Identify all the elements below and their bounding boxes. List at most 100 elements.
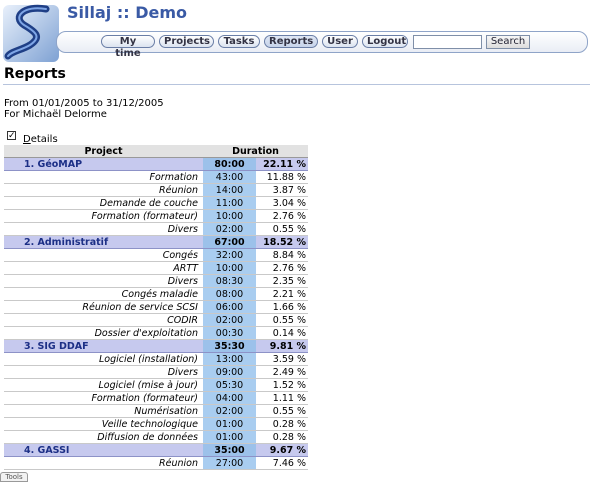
task-row: Formation (formateur) 10:00 2.76 % xyxy=(4,209,308,223)
task-name-cell: Formation (formateur) xyxy=(4,391,203,405)
task-duration-cell: 14:00 xyxy=(203,183,256,197)
project-percent-cell: 9.67 % xyxy=(256,443,308,457)
nav-logout-button[interactable]: Logout xyxy=(362,35,408,48)
task-percent-cell: 0.14 % xyxy=(256,326,308,340)
task-percent-cell: 3.87 % xyxy=(256,183,308,197)
task-duration-cell: 13:00 xyxy=(203,352,256,366)
task-duration-cell: 02:00 xyxy=(203,313,256,327)
nav-projects-button[interactable]: Projects xyxy=(159,35,214,48)
search-input[interactable] xyxy=(413,35,482,49)
project-name-cell: 2. Administratif xyxy=(4,235,203,249)
nav-tasks-button[interactable]: Tasks xyxy=(218,35,260,48)
project-duration-cell: 35:00 xyxy=(203,443,256,457)
task-duration-cell: 02:00 xyxy=(203,404,256,418)
task-name-cell: Veille technologique xyxy=(4,417,203,431)
project-row: 4. GASSI 35:00 9.67 % xyxy=(4,443,308,457)
task-duration-cell: 08:30 xyxy=(203,274,256,288)
column-header-project[interactable]: Project xyxy=(4,145,203,158)
task-percent-cell: 2.76 % xyxy=(256,209,308,223)
task-row: Logiciel (installation) 13:00 3.59 % xyxy=(4,352,308,366)
task-percent-cell: 2.35 % xyxy=(256,274,308,288)
task-name-cell: Divers xyxy=(4,222,203,236)
report-table: Project Duration 1. GéoMAP 80:00 22.11 % Fo… xyxy=(4,145,308,470)
column-header-duration[interactable]: Duration xyxy=(203,145,308,158)
task-percent-cell: 3.04 % xyxy=(256,196,308,210)
task-row: ARTT 10:00 2.76 % xyxy=(4,261,308,275)
task-name-cell: CODIR xyxy=(4,313,203,327)
project-percent-cell: 9.81 % xyxy=(256,339,308,353)
task-percent-cell: 8.84 % xyxy=(256,248,308,262)
task-name-cell: Logiciel (installation) xyxy=(4,352,203,366)
task-row: Réunion de service SCSI 06:00 1.66 % xyxy=(4,300,308,314)
project-percent-cell: 22.11 % xyxy=(256,157,308,171)
project-row: 2. Administratif 67:00 18.52 % xyxy=(4,235,308,249)
task-duration-cell: 09:00 xyxy=(203,365,256,379)
task-row: Congés 32:00 8.84 % xyxy=(4,248,308,262)
report-user: For Michaël Delorme xyxy=(4,109,107,120)
task-duration-cell: 43:00 xyxy=(203,170,256,184)
project-percent-cell: 18.52 % xyxy=(256,235,308,249)
task-row: Divers 09:00 2.49 % xyxy=(4,365,308,379)
details-label: Details xyxy=(23,134,58,145)
task-percent-cell: 0.28 % xyxy=(256,417,308,431)
task-name-cell: Dossier d'exploitation xyxy=(4,326,203,340)
project-duration-cell: 35:30 xyxy=(203,339,256,353)
task-name-cell: Réunion de service SCSI xyxy=(4,300,203,314)
task-row: Demande de couche 11:00 3.04 % xyxy=(4,196,308,210)
task-row: Divers 08:30 2.35 % xyxy=(4,274,308,288)
project-duration-cell: 80:00 xyxy=(203,157,256,171)
task-percent-cell: 0.55 % xyxy=(256,313,308,327)
task-name-cell: ARTT xyxy=(4,261,203,275)
task-duration-cell: 01:00 xyxy=(203,417,256,431)
task-row: Logiciel (mise à jour) 05:30 1.52 % xyxy=(4,378,308,392)
task-duration-cell: 10:00 xyxy=(203,209,256,223)
project-duration-cell: 67:00 xyxy=(203,235,256,249)
project-row: 1. GéoMAP 80:00 22.11 % xyxy=(4,157,308,171)
sillaj-logo-icon xyxy=(3,4,59,62)
task-row: Dossier d'exploitation 00:30 0.14 % xyxy=(4,326,308,340)
task-name-cell: Formation xyxy=(4,170,203,184)
task-name-cell: Divers xyxy=(4,274,203,288)
task-percent-cell: 2.76 % xyxy=(256,261,308,275)
task-duration-cell: 10:00 xyxy=(203,261,256,275)
task-row: Numérisation 02:00 0.55 % xyxy=(4,404,308,418)
task-row: Veille technologique 01:00 0.28 % xyxy=(4,417,308,431)
task-percent-cell: 7.46 % xyxy=(256,456,308,470)
task-percent-cell: 1.11 % xyxy=(256,391,308,405)
task-name-cell: Divers xyxy=(4,365,203,379)
search-button[interactable]: Search xyxy=(486,35,530,49)
task-name-cell: Réunion xyxy=(4,183,203,197)
task-row: Réunion 27:00 7.46 % xyxy=(4,456,308,470)
task-percent-cell: 1.52 % xyxy=(256,378,308,392)
task-name-cell: Diffusion de données xyxy=(4,430,203,444)
report-period: From 01/01/2005 to 31/12/2005 xyxy=(4,98,164,109)
task-name-cell: Congés xyxy=(4,248,203,262)
task-duration-cell: 04:00 xyxy=(203,391,256,405)
task-row: Formation 43:00 11.88 % xyxy=(4,170,308,184)
nav-user-button[interactable]: User xyxy=(322,35,358,48)
task-row: Réunion 14:00 3.87 % xyxy=(4,183,308,197)
task-name-cell: Formation (formateur) xyxy=(4,209,203,223)
task-percent-cell: 2.21 % xyxy=(256,287,308,301)
task-name-cell: Numérisation xyxy=(4,404,203,418)
project-name-cell: 1. GéoMAP xyxy=(4,157,203,171)
task-duration-cell: 02:00 xyxy=(203,222,256,236)
nav-my-time-button[interactable]: My time xyxy=(101,35,155,59)
task-percent-cell: 0.28 % xyxy=(256,430,308,444)
task-percent-cell: 11.88 % xyxy=(256,170,308,184)
nav-reports-button[interactable]: Reports xyxy=(264,35,318,48)
task-duration-cell: 01:00 xyxy=(203,430,256,444)
bottom-tab[interactable]: Tools xyxy=(0,472,28,482)
task-duration-cell: 00:30 xyxy=(203,326,256,340)
project-name-cell: 3. SIG DDAF xyxy=(4,339,203,353)
details-checkbox[interactable]: ✓ xyxy=(7,131,16,141)
project-name-cell: 4. GASSI xyxy=(4,443,203,457)
task-row: Divers 02:00 0.55 % xyxy=(4,222,308,236)
title-divider xyxy=(3,84,590,85)
task-percent-cell: 3.59 % xyxy=(256,352,308,366)
report-body: 1. GéoMAP 80:00 22.11 % Formation 43:00 11.88… xyxy=(4,157,308,470)
task-percent-cell: 1.66 % xyxy=(256,300,308,314)
task-name-cell: Congés maladie xyxy=(4,287,203,301)
task-percent-cell: 0.55 % xyxy=(256,222,308,236)
task-duration-cell: 11:00 xyxy=(203,196,256,210)
